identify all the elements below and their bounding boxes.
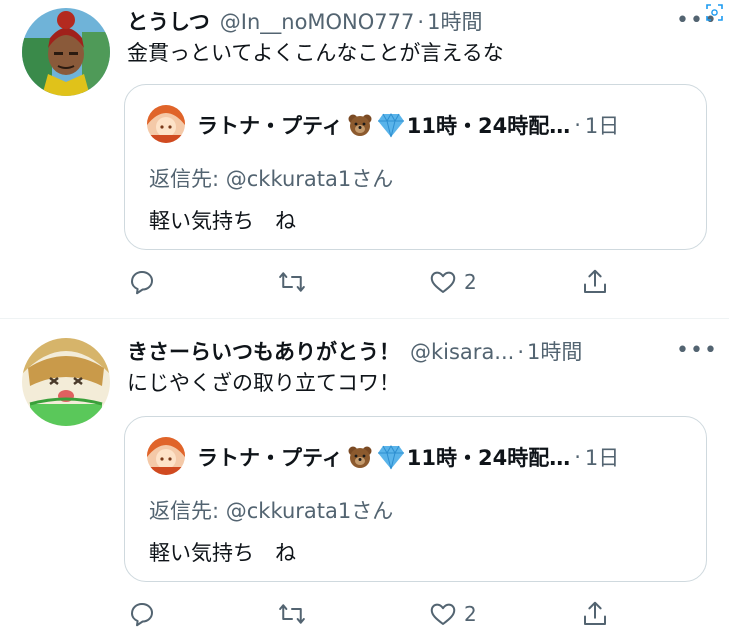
reply-icon bbox=[131, 271, 153, 295]
timestamp[interactable]: 1時間 bbox=[427, 6, 482, 36]
retweet-button[interactable] bbox=[277, 264, 307, 300]
like-icon bbox=[430, 603, 456, 625]
scan-icon[interactable] bbox=[706, 4, 723, 21]
quoted-timestamp: 1日 bbox=[584, 114, 620, 138]
quoted-display-name: ラトナ・プティ bbox=[197, 114, 343, 138]
share-button[interactable] bbox=[580, 596, 610, 632]
user-handle[interactable]: @kisara... bbox=[410, 340, 514, 364]
reply-to-label: 返信先: @ckkurata1さん bbox=[149, 499, 394, 523]
share-icon bbox=[584, 601, 606, 625]
avatar[interactable] bbox=[22, 8, 110, 96]
share-icon bbox=[584, 269, 606, 293]
diamond-emoji bbox=[377, 444, 404, 470]
quoted-name-suffix: 11時・24時配… bbox=[406, 446, 571, 470]
like-count: 2 bbox=[464, 602, 477, 626]
like-count: 2 bbox=[464, 270, 477, 294]
quoted-display-name: ラトナ・プティ bbox=[197, 446, 343, 470]
avatar[interactable] bbox=[22, 338, 110, 426]
bear-emoji bbox=[348, 114, 372, 136]
retweet-icon bbox=[279, 272, 305, 292]
reply-button[interactable] bbox=[127, 596, 157, 632]
quoted-avatar bbox=[147, 105, 185, 143]
reply-button[interactable] bbox=[127, 264, 157, 300]
tweet-text: にじやくざの取り立てコワ！ bbox=[127, 371, 400, 395]
share-button[interactable] bbox=[580, 264, 610, 300]
separator-dot: · bbox=[517, 340, 525, 364]
quoted-name-suffix: 11時・24時配… bbox=[406, 114, 571, 138]
separator-dot: · bbox=[417, 10, 425, 34]
quoted-timestamp: 1日 bbox=[584, 446, 620, 470]
tweet-text: 金貫っといてよくこんなことが言えるな bbox=[127, 41, 504, 65]
quoted-tweet[interactable]: ラトナ・プティ 11時・24時配… · 1日 返信先: @ckkurata1さん… bbox=[124, 416, 707, 582]
timestamp[interactable]: 1時間 bbox=[527, 336, 582, 366]
display-name[interactable]: とうしつ bbox=[127, 6, 210, 36]
quoted-text: 軽い気持ち ね bbox=[149, 209, 296, 233]
like-icon bbox=[430, 271, 456, 293]
diamond-emoji bbox=[377, 112, 404, 138]
reply-icon bbox=[131, 603, 153, 627]
quoted-avatar bbox=[147, 437, 185, 475]
reply-to-label: 返信先: @ckkurata1さん bbox=[149, 167, 394, 191]
like-button[interactable]: 2 bbox=[428, 596, 477, 632]
tweet[interactable]: とうしつ @In__noMONO777 · 1時間 ••• 金貫っといてよくこん… bbox=[0, 0, 729, 318]
display-name[interactable]: きさーらいつもありがとう！ bbox=[127, 336, 400, 366]
action-bar: 2 bbox=[0, 264, 729, 300]
separator-dot: · bbox=[574, 445, 581, 469]
action-bar: 2 bbox=[0, 596, 729, 632]
quoted-text: 軽い気持ち ね bbox=[149, 541, 296, 565]
tweet[interactable]: きさーらいつもありがとう！ @kisara... · 1時間 ••• にじやくざ… bbox=[0, 330, 729, 638]
tweet-divider bbox=[0, 318, 729, 319]
quoted-tweet[interactable]: ラトナ・プティ 11時・24時配… · 1日 返信先: @ckkurata1さん… bbox=[124, 84, 707, 250]
separator-dot: · bbox=[574, 113, 581, 137]
user-handle[interactable]: @In__noMONO777 bbox=[220, 10, 415, 34]
like-button[interactable]: 2 bbox=[428, 264, 477, 300]
retweet-button[interactable] bbox=[277, 596, 307, 632]
more-icon[interactable]: ••• bbox=[676, 338, 718, 363]
retweet-icon bbox=[279, 604, 305, 624]
bear-emoji bbox=[348, 446, 372, 468]
